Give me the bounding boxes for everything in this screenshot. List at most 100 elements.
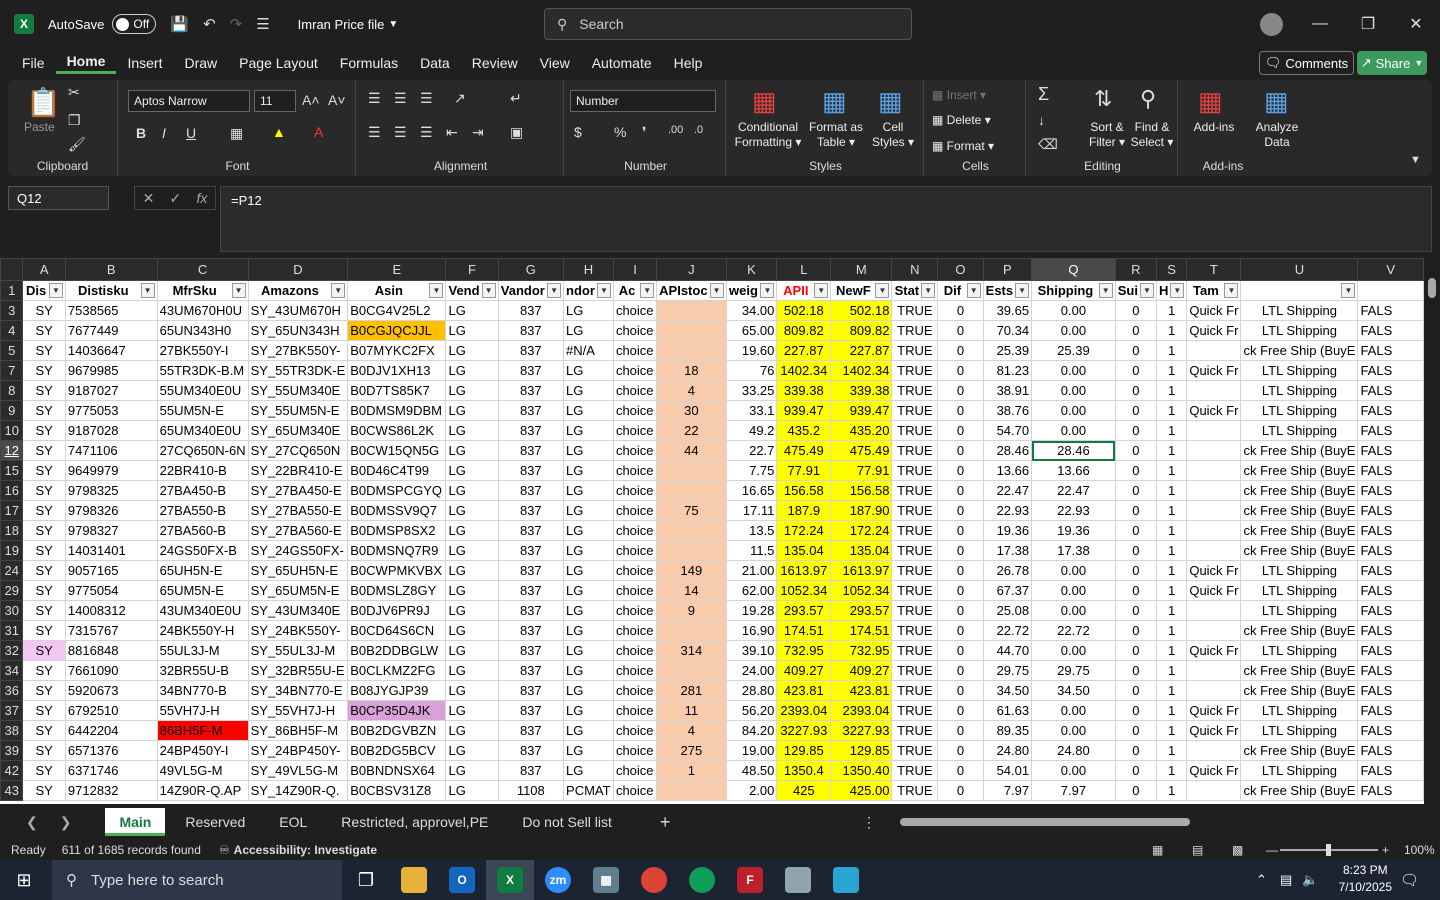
underline-icon[interactable]: U [186,125,196,141]
cell-e[interactable]: B0CD64S6CN [347,620,447,641]
cell-f[interactable]: LG [445,480,499,501]
filter-dropdown-icon[interactable]: ▼ [1224,283,1239,298]
cell-h[interactable]: LG [563,500,614,521]
cell-o[interactable]: 0 [937,340,984,361]
autosum-icon[interactable]: Σ [1038,84,1049,105]
cell-m[interactable]: 732.95 [830,640,893,661]
cell-b[interactable]: 7661090 [64,660,158,681]
more-sheets-icon[interactable]: ⋮ [862,814,876,831]
font-name-select[interactable]: Aptos Narrow [128,90,250,112]
cell-r[interactable]: 0 [1114,600,1157,621]
formula-input[interactable]: =P12 [220,186,1432,252]
cell-a[interactable]: SY [22,720,66,741]
cell-l[interactable]: 293.57 [776,600,832,621]
cell-m[interactable]: 809.82 [830,320,893,341]
cell-m[interactable]: 2393.04 [830,700,893,721]
cell-l[interactable]: 502.18 [776,300,832,321]
volume-icon[interactable]: 🔈 [1302,872,1318,888]
cell-l[interactable]: 423.81 [776,680,832,701]
cell-d[interactable]: SY_27BA550-E [247,500,349,521]
filter-dropdown-icon[interactable]: ▼ [596,283,611,298]
cell-g[interactable]: 837 [497,600,565,621]
file-explorer-icon[interactable] [390,860,438,900]
cell-b[interactable]: 9187027 [64,380,158,401]
row-header[interactable]: 4 [0,320,24,341]
cell-u[interactable]: LTL Shipping [1240,320,1359,341]
cell-b[interactable]: 9057165 [64,560,158,581]
cell-t[interactable]: Quick Fr [1186,560,1242,581]
filter-dropdown-icon[interactable]: ▼ [1015,283,1030,298]
cell-q[interactable]: 19.36 [1031,520,1116,541]
cell-n[interactable]: TRUE [891,620,939,641]
cell-f[interactable]: LG [445,560,499,581]
cell-l[interactable]: 174.51 [776,620,832,641]
filter-header-cell[interactable]: ▼ [1240,280,1359,301]
cell-u[interactable]: ck Free Ship (BuyE [1240,780,1359,801]
cell-h[interactable]: LG [563,420,614,441]
insert-function-icon[interactable]: fx [196,190,207,206]
cell-c[interactable]: 86BH5F-M [156,720,249,741]
restore-icon[interactable]: ❐ [1344,14,1392,34]
cell-p[interactable]: 70.34 [982,320,1033,341]
accessibility-status[interactable]: Accessibility: Investigate [234,843,377,857]
row-header[interactable]: 8 [0,380,24,401]
cell-e[interactable]: B0DMSNQ7R9 [347,540,447,561]
autosave-toggle[interactable]: Off [112,14,157,34]
cell-j[interactable]: 1 [656,760,727,781]
task-view-icon[interactable]: ❐ [342,860,390,900]
column-header-o[interactable]: O [937,258,984,281]
cell-l[interactable]: 187.9 [776,500,832,521]
cell-m[interactable]: 174.51 [830,620,893,641]
format-painter-icon[interactable]: 🖌 [68,136,86,153]
cell-v[interactable]: FALS [1357,460,1424,481]
cell-k[interactable]: 13.5 [725,520,778,541]
zoom-out-icon[interactable]: — [1266,843,1278,857]
cell-f[interactable]: LG [445,720,499,741]
cell-c[interactable]: 65UH5N-E [156,560,249,581]
cell-n[interactable]: TRUE [891,780,939,801]
cell-l[interactable]: 435.2 [776,420,832,441]
cell-l[interactable]: 425 [776,780,832,801]
cell-n[interactable]: TRUE [891,300,939,321]
cell-o[interactable]: 0 [937,560,984,581]
cell-e[interactable]: B0CWPMKVBX [347,560,447,581]
row-header[interactable]: 10 [0,420,24,441]
cell-u[interactable]: ck Free Ship (BuyE [1240,620,1359,641]
tray-chevron-icon[interactable]: ⌃ [1256,872,1267,888]
cell-a[interactable]: SY [22,680,66,701]
cell-n[interactable]: TRUE [891,600,939,621]
add-sheet-icon[interactable]: + [660,812,671,833]
cell-p[interactable]: 54.01 [982,760,1033,781]
cell-l[interactable]: 156.58 [776,480,832,501]
cell-v[interactable]: FALS [1357,680,1424,701]
cut-icon[interactable]: ✂ [68,84,80,101]
cell-k[interactable]: 49.2 [725,420,778,441]
cell-p[interactable]: 67.37 [982,580,1033,601]
cell-j[interactable]: 14 [656,580,727,601]
cell-q[interactable]: 24.80 [1031,740,1116,761]
delete-cells-button[interactable]: ▦ Delete ▾ [932,113,991,128]
cell-g[interactable]: 837 [497,620,565,641]
cell-a[interactable]: SY [22,480,66,501]
cell-c[interactable]: 55UL3J-M [156,640,249,661]
cell-l[interactable]: 409.27 [776,660,832,681]
menu-tab-home[interactable]: Home [55,53,117,74]
cell-h[interactable]: LG [563,480,614,501]
cell-h[interactable]: LG [563,740,614,761]
cell-i[interactable]: choice [612,460,658,481]
comments-button[interactable]: 🗨 Comments [1259,51,1354,75]
conditional-formatting-button[interactable]: Conditional Formatting ▾ [732,120,804,150]
menu-tab-insert[interactable]: Insert [116,55,173,71]
filter-header-cell[interactable]: Dis ▼ [22,280,66,301]
cell-t[interactable] [1186,480,1242,501]
cell-n[interactable]: TRUE [891,720,939,741]
cell-r[interactable]: 0 [1114,640,1157,661]
cell-b[interactable]: 9798325 [64,480,158,501]
cell-n[interactable]: TRUE [891,360,939,381]
cell-t[interactable] [1186,600,1242,621]
cell-u[interactable]: LTL Shipping [1240,300,1359,321]
currency-icon[interactable]: $ [574,124,582,140]
cell-g[interactable]: 837 [497,340,565,361]
cell-k[interactable]: 19.00 [725,740,778,761]
row-header[interactable]: 24 [0,560,24,581]
